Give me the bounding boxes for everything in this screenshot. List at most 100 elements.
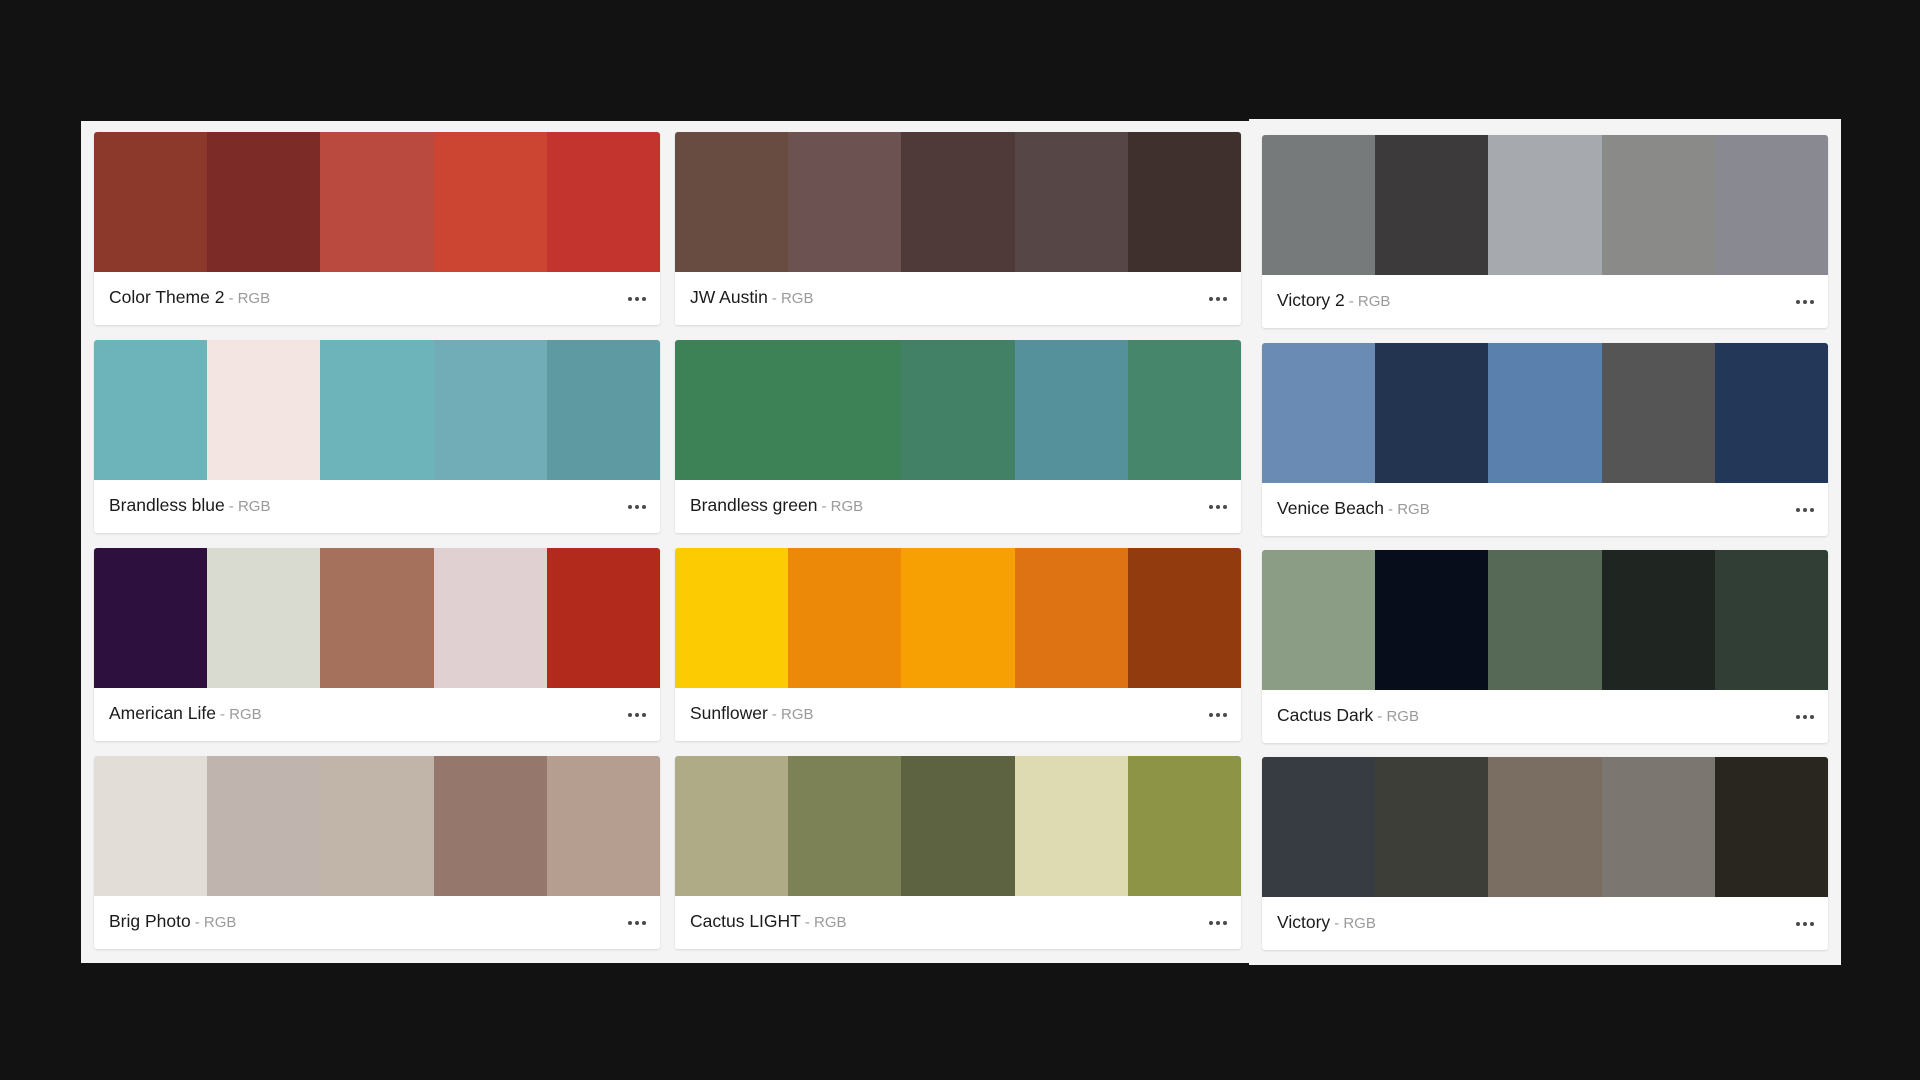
- theme-card[interactable]: Brig Photo - RGB: [94, 756, 660, 949]
- color-swatch[interactable]: [320, 548, 434, 688]
- theme-name[interactable]: Brandless green - RGB: [690, 495, 863, 516]
- color-swatch[interactable]: [320, 756, 434, 896]
- color-swatch[interactable]: [546, 132, 660, 272]
- theme-name[interactable]: Brig Photo - RGB: [109, 911, 236, 932]
- color-swatch[interactable]: [320, 132, 434, 272]
- theme-card[interactable]: Cactus Dark - RGB: [1262, 550, 1828, 743]
- theme-card[interactable]: Victory - RGB: [1262, 757, 1828, 950]
- color-swatch[interactable]: [94, 340, 208, 480]
- theme-name-text[interactable]: Victory: [1277, 912, 1330, 932]
- color-swatch[interactable]: [788, 132, 902, 272]
- theme-name-text[interactable]: JW Austin: [690, 287, 768, 307]
- theme-card[interactable]: Cactus LIGHT - RGB: [675, 756, 1241, 949]
- color-swatch[interactable]: [1127, 756, 1241, 896]
- more-options-icon[interactable]: [1207, 496, 1229, 518]
- color-swatch[interactable]: [788, 548, 902, 688]
- theme-name-text[interactable]: Venice Beach: [1277, 498, 1384, 518]
- more-options-icon[interactable]: [1794, 499, 1816, 521]
- color-swatch[interactable]: [675, 756, 789, 896]
- theme-name-text[interactable]: Victory 2: [1277, 290, 1345, 310]
- color-swatch[interactable]: [433, 756, 547, 896]
- color-swatch[interactable]: [675, 548, 789, 688]
- color-swatch[interactable]: [1262, 757, 1376, 897]
- theme-card[interactable]: Brandless blue - RGB: [94, 340, 660, 533]
- color-swatch[interactable]: [207, 340, 321, 480]
- more-options-icon[interactable]: [1207, 288, 1229, 310]
- theme-card[interactable]: Color Theme 2- RGB: [94, 132, 660, 325]
- more-options-icon[interactable]: [1794, 913, 1816, 935]
- theme-name[interactable]: JW Austin - RGB: [690, 287, 813, 308]
- theme-card[interactable]: American Life - RGB: [94, 548, 660, 741]
- color-swatch[interactable]: [1375, 550, 1489, 690]
- theme-name-text[interactable]: Brandless blue: [109, 495, 225, 515]
- color-swatches[interactable]: [1262, 757, 1828, 897]
- color-swatch[interactable]: [207, 756, 321, 896]
- color-swatch[interactable]: [901, 756, 1015, 896]
- color-swatches[interactable]: [1262, 550, 1828, 690]
- color-swatch[interactable]: [1127, 132, 1241, 272]
- color-swatch[interactable]: [1262, 343, 1376, 483]
- color-swatches[interactable]: [94, 548, 660, 688]
- color-swatch[interactable]: [1714, 343, 1828, 483]
- color-swatch[interactable]: [207, 132, 321, 272]
- color-swatch[interactable]: [1014, 132, 1128, 272]
- color-swatch[interactable]: [1488, 550, 1602, 690]
- more-options-icon[interactable]: [626, 912, 648, 934]
- color-swatches[interactable]: [94, 340, 660, 480]
- theme-name[interactable]: Sunflower - RGB: [690, 703, 814, 724]
- theme-card[interactable]: Venice Beach - RGB: [1262, 343, 1828, 536]
- theme-name-text[interactable]: Cactus Dark: [1277, 705, 1373, 725]
- color-swatches[interactable]: [1262, 135, 1828, 275]
- color-swatches[interactable]: [675, 132, 1241, 272]
- theme-name[interactable]: Color Theme 2- RGB: [109, 287, 270, 308]
- color-swatch[interactable]: [1488, 343, 1602, 483]
- color-swatch[interactable]: [546, 756, 660, 896]
- color-swatch[interactable]: [94, 548, 208, 688]
- color-swatch[interactable]: [94, 756, 208, 896]
- color-swatch[interactable]: [675, 132, 789, 272]
- theme-name-text[interactable]: Cactus LIGHT: [690, 911, 801, 931]
- color-swatch[interactable]: [1375, 343, 1489, 483]
- theme-name[interactable]: Brandless blue - RGB: [109, 495, 270, 516]
- color-swatches[interactable]: [94, 132, 660, 272]
- color-swatch[interactable]: [1262, 135, 1376, 275]
- more-options-icon[interactable]: [1794, 291, 1816, 313]
- color-swatch[interactable]: [1375, 135, 1489, 275]
- more-options-icon[interactable]: [626, 704, 648, 726]
- theme-card[interactable]: Victory 2- RGB: [1262, 135, 1828, 328]
- more-options-icon[interactable]: [1207, 704, 1229, 726]
- theme-name-text[interactable]: American Life: [109, 703, 216, 723]
- color-swatch[interactable]: [433, 340, 547, 480]
- color-swatch[interactable]: [1488, 135, 1602, 275]
- color-swatch[interactable]: [207, 548, 321, 688]
- theme-card[interactable]: JW Austin - RGB: [675, 132, 1241, 325]
- color-swatches[interactable]: [675, 340, 1241, 480]
- theme-name[interactable]: Victory 2- RGB: [1277, 290, 1390, 311]
- color-swatch[interactable]: [1488, 757, 1602, 897]
- color-swatch[interactable]: [1601, 135, 1715, 275]
- color-swatch[interactable]: [1601, 550, 1715, 690]
- color-swatches[interactable]: [94, 756, 660, 896]
- color-swatch[interactable]: [1127, 548, 1241, 688]
- color-swatch[interactable]: [788, 756, 902, 896]
- color-swatch[interactable]: [1601, 343, 1715, 483]
- color-swatch[interactable]: [1262, 550, 1376, 690]
- color-swatch[interactable]: [1014, 340, 1128, 480]
- theme-name-text[interactable]: Sunflower: [690, 703, 768, 723]
- theme-name-text[interactable]: Brandless green: [690, 495, 817, 515]
- theme-name-text[interactable]: Brig Photo: [109, 911, 191, 931]
- color-swatch[interactable]: [1014, 756, 1128, 896]
- color-swatch[interactable]: [1714, 757, 1828, 897]
- theme-card[interactable]: Brandless green - RGB: [675, 340, 1241, 533]
- color-swatch[interactable]: [433, 548, 547, 688]
- color-swatch[interactable]: [1127, 340, 1241, 480]
- color-swatch[interactable]: [1714, 550, 1828, 690]
- more-options-icon[interactable]: [626, 496, 648, 518]
- theme-name[interactable]: Victory - RGB: [1277, 912, 1376, 933]
- color-swatch[interactable]: [320, 340, 434, 480]
- color-swatch[interactable]: [788, 340, 902, 480]
- theme-name[interactable]: Cactus Dark - RGB: [1277, 705, 1419, 726]
- theme-name[interactable]: Venice Beach - RGB: [1277, 498, 1430, 519]
- color-swatch[interactable]: [1601, 757, 1715, 897]
- color-swatches[interactable]: [675, 548, 1241, 688]
